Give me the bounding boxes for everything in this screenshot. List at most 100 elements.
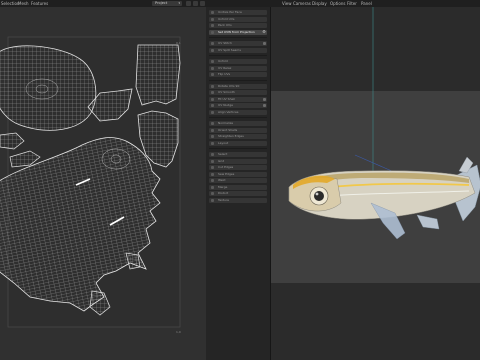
menu-item[interactable]: Distort xyxy=(209,191,267,196)
menu-item[interactable]: Sew Edges xyxy=(209,171,267,177)
menu-panel[interactable]: Panel xyxy=(361,1,372,6)
menu-item-label: UV Smooth xyxy=(218,90,235,94)
menu-item[interactable]: Align Vertices xyxy=(209,109,267,115)
tool-icon xyxy=(211,11,214,14)
toolbar-button[interactable] xyxy=(186,1,191,6)
menu-item-label: Cut Edges xyxy=(218,165,234,169)
menu-item[interactable]: Merge xyxy=(209,184,267,190)
menu-item-label: UV Split Seams xyxy=(218,47,241,52)
tool-icon xyxy=(211,66,214,70)
menu-item[interactable]: Set UVW from Projection ⚙ xyxy=(209,29,267,35)
menu-divider xyxy=(209,37,267,38)
tool-icon xyxy=(211,110,214,114)
tool-icon xyxy=(211,166,214,169)
menu-filter[interactable]: Filter xyxy=(347,1,357,6)
tool-icon xyxy=(211,30,214,34)
menu-item[interactable]: Pack UVs xyxy=(209,23,267,28)
menu-item[interactable]: Flip UVs xyxy=(209,72,267,77)
menu-item-label: Straighten Edges xyxy=(218,134,244,138)
tool-icon xyxy=(211,159,214,163)
chevron-down-icon: ▾ xyxy=(178,1,180,5)
uv-corner-label: 1,0 xyxy=(176,330,181,334)
menu-item-label: Weld xyxy=(218,178,226,182)
menu-mesh[interactable]: Mesh xyxy=(18,1,29,6)
menu-item[interactable]: Fit UV Shell xyxy=(209,96,267,102)
option-box-icon[interactable] xyxy=(263,97,266,101)
menu-item[interactable]: Cut Edges xyxy=(209,165,267,170)
tool-icon xyxy=(211,60,214,63)
project-dropdown[interactable]: Project ▾ xyxy=(152,1,182,6)
menu-item[interactable]: UV Stitch xyxy=(209,41,267,46)
tool-icon xyxy=(211,42,214,45)
menu-item-label: Layout xyxy=(218,140,229,145)
fish-ventral-fin xyxy=(416,214,440,230)
menu-item-label: Align Vertices xyxy=(218,109,239,114)
menu-item[interactable]: Straighten Edges xyxy=(209,134,267,139)
menu-item-label: Unitize Per Face xyxy=(218,10,242,14)
menu-view[interactable]: View xyxy=(282,1,292,6)
gear-icon[interactable]: ⚙ xyxy=(262,30,266,34)
menu-cameras[interactable]: Cameras xyxy=(293,1,311,6)
menu-item[interactable]: Orient Shells xyxy=(209,127,267,133)
menu-item[interactable]: UV Smooth xyxy=(209,90,267,95)
toolbar-button[interactable] xyxy=(193,1,198,6)
menu-divider xyxy=(209,55,267,56)
menu-item-label: Grid xyxy=(218,158,225,163)
menu-item-label: UV Stitch xyxy=(218,41,232,45)
menu-item[interactable]: Select xyxy=(209,152,267,157)
menu-options[interactable]: Options xyxy=(330,1,345,6)
menu-display[interactable]: Display xyxy=(312,1,327,6)
uv-editor[interactable]: 0,1 1,0 xyxy=(0,7,206,360)
menu-item[interactable]: Weld xyxy=(209,178,267,183)
tool-icon xyxy=(211,97,214,101)
menu-item-label: Orient Shells xyxy=(218,127,238,132)
menu-item[interactable]: Rotate UVs 90 xyxy=(209,83,267,89)
uv-canvas[interactable]: 0,1 1,0 xyxy=(0,7,206,360)
tool-icon xyxy=(211,198,214,202)
menu-item-label: Merge xyxy=(218,184,228,189)
menu-features[interactable]: Features xyxy=(31,1,48,6)
fish-model[interactable] xyxy=(271,7,480,360)
menu-item[interactable]: UV Split Seams xyxy=(209,47,267,53)
menu-item[interactable]: UV Nudge xyxy=(209,103,267,108)
menu-item-label: Normalize xyxy=(218,121,234,125)
tool-icon xyxy=(211,135,214,138)
menu-item[interactable]: Grid xyxy=(209,158,267,164)
menu-item-label: Unfold UVs xyxy=(218,16,235,21)
tool-icon xyxy=(211,73,214,76)
menu-item-label: Flip UVs xyxy=(218,72,231,76)
menu-item-label: Sew Edges xyxy=(218,171,235,176)
menu-selection[interactable]: Selection xyxy=(1,1,19,6)
3d-viewport[interactable] xyxy=(270,7,480,360)
tool-icon xyxy=(211,128,214,132)
menu-item-label: Fit UV Shell xyxy=(218,96,235,101)
menu-item[interactable]: Normalize xyxy=(209,121,267,126)
tool-icon xyxy=(211,179,214,182)
menu-item-label: Pack UVs xyxy=(218,23,232,27)
menu-item-label: Texture xyxy=(218,197,229,202)
menu-item[interactable]: Layout xyxy=(209,140,267,146)
option-box-icon[interactable] xyxy=(263,42,266,45)
menu-item[interactable]: Unfold UVs xyxy=(209,16,267,22)
option-box-icon[interactable] xyxy=(263,104,266,107)
toolbar-button[interactable] xyxy=(200,1,205,6)
menu-item[interactable]: Unitize Per Face xyxy=(209,10,267,15)
uv-tools-panel: Unitize Per Face Unfold UVs Pack UVs Set UV… xyxy=(206,7,270,360)
menu-item[interactable]: Unfold xyxy=(209,59,267,64)
tool-icon xyxy=(211,24,214,27)
menu-item-label: Unfold xyxy=(218,59,228,63)
menu-item-label: Select xyxy=(218,152,228,156)
menu-divider xyxy=(209,148,267,149)
tool-icon xyxy=(211,185,214,189)
tool-icon xyxy=(211,84,214,88)
menu-item-label: UV Relax xyxy=(218,65,232,70)
menu-divider xyxy=(209,79,267,81)
menu-divider xyxy=(209,117,267,118)
tool-icon xyxy=(211,153,214,156)
menu-item[interactable]: Texture xyxy=(209,197,267,203)
tool-icon xyxy=(211,122,214,125)
tool-icon xyxy=(211,104,214,107)
menu-item[interactable]: UV Relax xyxy=(209,65,267,71)
uv-shell-fin-top[interactable] xyxy=(135,44,181,106)
tool-icon xyxy=(211,172,214,176)
